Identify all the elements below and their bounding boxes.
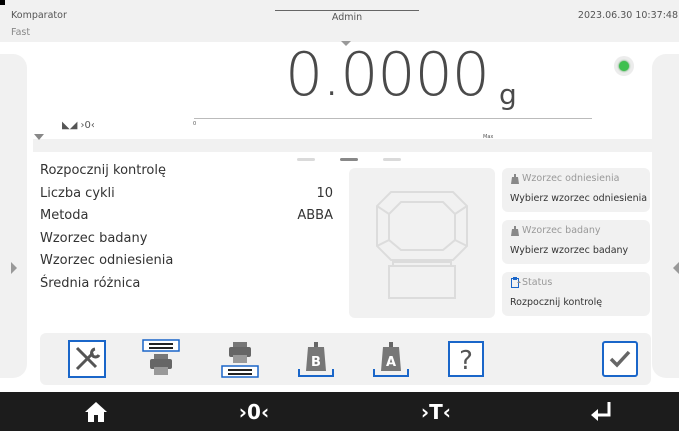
weighing-unit[interactable]: g [499,78,517,111]
info-value [333,160,336,183]
tools-icon [68,340,106,378]
weight-a-icon: A [373,342,409,377]
info-row-start-control: Rozpocznij kontrolę [40,160,336,183]
info-row-tested-standard: Wzorzec badany [40,228,336,251]
balance-icon [376,191,468,299]
info-label: Metoda [40,208,89,223]
info-row-reference-standard: Wzorzec odniesienia [40,250,336,273]
chevron-left-icon [673,262,679,274]
tested-standard-card[interactable]: Wzorzec badany Wybierz wzorzec badany [502,220,650,264]
tested-standard-button[interactable]: B [296,339,336,379]
working-mode-name[interactable]: Komparator [11,10,67,21]
zero-tare-indicator: ◣◢ ›0‹ [62,120,95,131]
info-label: Wzorzec odniesienia [40,253,174,268]
footer-printer-icon [221,342,259,378]
stability-indicator [614,56,634,76]
confirm-button[interactable] [600,339,640,379]
info-label: Rozpocznij kontrolę [40,163,166,178]
home-button[interactable] [46,392,146,431]
weight-icon [511,226,519,236]
load-bar [194,118,592,119]
enter-button[interactable] [551,392,651,431]
tare-icon: ›T‹ [421,401,451,423]
date-time: 2023.06.30 10:37:48 [577,10,678,21]
help-glyph: ? [459,346,473,376]
weight-b-icon: B [298,342,334,377]
info-value [333,228,336,251]
info-row-cycles: Liczba cykli 10 [40,183,336,206]
corner-marker [0,0,5,5]
right-side-panel-tab[interactable] [652,54,679,378]
tare-label: ›T‹ [421,401,451,423]
header-print-button[interactable] [141,339,181,379]
zero-icon: ›0‹ [239,401,269,423]
page-dot-active[interactable] [340,158,358,161]
tare-button[interactable]: ›T‹ [386,392,486,431]
working-mode-profile: Fast [11,27,31,38]
home-icon [85,401,107,422]
card-title: Status [522,277,553,288]
info-value [333,273,336,296]
zero-label: ›0‹ [239,401,269,423]
load-bar-min-label: 0 [193,121,197,127]
card-value: Wybierz wzorzec badany [510,245,629,256]
info-value: 10 [316,185,333,201]
chevron-down-icon[interactable] [34,134,44,140]
stable-led-icon [619,61,629,71]
quick-access-toolbar: B A ? [40,333,651,385]
card-title: Wzorzec odniesienia [522,173,620,184]
balance-image [349,168,495,318]
card-value: Rozpocznij kontrolę [510,297,603,308]
footer-print-button[interactable] [220,339,260,379]
chevron-right-icon [11,262,17,274]
left-side-panel-tab[interactable] [0,54,27,378]
weight-letter-a: A [386,355,396,370]
card-title: Wzorzec badany [522,225,601,236]
weight-letter-b: B [311,355,321,370]
workspace-header-strip [33,139,656,152]
status-bar: Komparator Fast Admin 2023.06.30 10:37:4… [0,0,679,42]
clipboard-icon [511,277,521,288]
info-value: ABBA [297,208,333,223]
info-label: Liczba cykli [40,185,115,201]
info-label: Średnia różnica [40,275,141,291]
settings-tools-button[interactable] [67,339,107,379]
help-button[interactable]: ? [446,339,486,379]
bottom-navigation: ›0‹ ›T‹ [0,392,679,431]
enter-icon [591,401,611,421]
info-label: Wzorzec badany [40,230,148,246]
weight-icon [511,174,519,184]
info-row-average-difference: Średnia różnica [40,273,336,296]
reference-standard-card[interactable]: Wzorzec odniesienia Wybierz wzorzec odni… [502,168,650,212]
zero-button[interactable]: ›0‹ [204,392,304,431]
status-card[interactable]: Status Rozpocznij kontrolę [502,272,650,316]
help-icon: ? [448,341,484,377]
weighing-result: 0.0000 [285,40,490,110]
logged-user[interactable]: Admin [275,10,419,24]
header-printer-icon [142,339,180,375]
info-row-method: Metoda ABBA [40,205,336,228]
info-value [333,250,336,273]
check-icon [602,341,638,377]
reference-standard-button[interactable]: A [371,339,411,379]
page-dot[interactable] [383,158,401,161]
card-value: Wybierz wzorzec odniesienia [510,193,648,204]
info-list: Rozpocznij kontrolę Liczba cykli 10 Meto… [40,160,336,295]
